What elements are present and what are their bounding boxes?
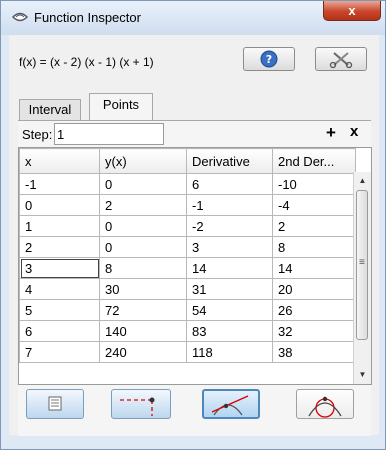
column-header-derivative[interactable]: Derivative — [186, 148, 273, 174]
table-row[interactable]: 5 72 54 26 — [19, 299, 356, 321]
help-icon: ? — [260, 50, 278, 68]
points-table[interactable]: x y(x) Derivative 2nd Der... -1 0 6 -10 0 2 -1… — [18, 147, 372, 385]
cell-second-derivative[interactable]: 20 — [272, 278, 356, 300]
function-bar: f(x) = (x - 2) (x - 1) (x + 1) ? — [9, 35, 379, 85]
cell-y[interactable]: 30 — [99, 278, 187, 300]
table-view-button[interactable] — [26, 389, 84, 419]
table-icon — [48, 396, 62, 411]
trace-point-button[interactable] — [111, 389, 171, 419]
cell-derivative[interactable]: 14 — [186, 257, 273, 279]
cell-y[interactable]: 0 — [99, 215, 187, 237]
table-row[interactable]: 4 30 31 20 — [19, 278, 356, 300]
cell-derivative[interactable]: 3 — [186, 236, 273, 258]
help-button[interactable]: ? — [243, 47, 295, 71]
function-inspector-window: Function Inspector x f(x) = (x - 2) (x -… — [0, 0, 386, 450]
scroll-grip-icon: ≡ — [359, 257, 365, 268]
table-header-row: x y(x) Derivative 2nd Der... — [19, 148, 356, 174]
cell-y[interactable]: 2 — [99, 194, 187, 216]
title-bar[interactable]: Function Inspector x — [1, 1, 385, 35]
cell-x[interactable]: 7 — [19, 341, 100, 363]
table-row[interactable]: 2038 — [19, 236, 356, 258]
cell-x[interactable]: 4 — [19, 278, 100, 300]
column-header-x[interactable]: x — [19, 148, 100, 174]
cell-derivative[interactable]: 6 — [186, 173, 273, 195]
cell-second-derivative[interactable]: -10 — [272, 173, 356, 195]
tools-icon — [329, 52, 353, 69]
cell-second-derivative[interactable]: 32 — [272, 320, 356, 342]
close-icon: x — [348, 3, 356, 18]
table-scrollbar[interactable]: ▲ ≡ ▼ — [353, 172, 371, 384]
cell-second-derivative[interactable]: 26 — [272, 299, 356, 321]
cell-x[interactable]: 1 — [19, 215, 100, 237]
tools-button[interactable] — [315, 47, 367, 71]
cell-second-derivative[interactable]: 14 — [272, 257, 356, 279]
cell-derivative[interactable]: 54 — [186, 299, 273, 321]
table-row[interactable]: 7 240 118 38 — [19, 341, 356, 363]
tangent-line-icon — [211, 395, 249, 416]
table-row[interactable]: -1 0 6 -10 — [19, 173, 356, 195]
cell-x[interactable]: 0 — [19, 194, 100, 216]
window-title: Function Inspector — [34, 10, 141, 25]
cell-derivative[interactable]: -1 — [186, 194, 273, 216]
cell-x[interactable]: 6 — [19, 320, 100, 342]
osculating-circle-button[interactable] — [296, 389, 354, 419]
scroll-up-arrow-icon[interactable]: ▲ — [354, 174, 371, 188]
trace-point-icon — [120, 397, 155, 416]
cell-x[interactable]: 2 — [19, 236, 100, 258]
cell-derivative[interactable]: 31 — [186, 278, 273, 300]
table-row[interactable]: 1 0 -2 2 — [19, 215, 356, 237]
tab-interval[interactable]: Interval — [19, 99, 81, 121]
cell-x[interactable]: 5 — [19, 299, 100, 321]
cell-second-derivative[interactable]: -4 — [272, 194, 356, 216]
scroll-thumb[interactable]: ≡ — [356, 190, 368, 340]
step-input[interactable] — [54, 123, 164, 145]
cell-y[interactable]: 0 — [99, 173, 187, 195]
cell-x[interactable]: 3 — [19, 257, 100, 279]
table-row[interactable]: 3 8 14 14 — [19, 257, 356, 279]
function-definition: f(x) = (x - 2) (x - 1) (x + 1) — [19, 55, 154, 69]
tab-points[interactable]: Points — [89, 93, 153, 121]
remove-point-button[interactable]: x — [350, 123, 358, 140]
cell-x[interactable]: -1 — [19, 173, 100, 195]
cell-derivative[interactable]: -2 — [186, 215, 273, 237]
tangent-line-button[interactable] — [202, 389, 260, 419]
table-row[interactable]: 6 140 83 32 — [19, 320, 356, 342]
add-point-button[interactable]: + — [326, 123, 336, 143]
inspector-content: Interval Points Step: + x x y(x) Derivat… — [9, 85, 379, 436]
points-grid: x y(x) Derivative 2nd Der... -1 0 6 -10 0 2 -1… — [19, 148, 356, 363]
cell-y[interactable]: 0 — [99, 236, 187, 258]
osculating-circle-icon — [308, 396, 342, 418]
svg-text:?: ? — [266, 53, 272, 66]
function-inspector-icon — [12, 12, 28, 22]
cell-y[interactable]: 240 — [99, 341, 187, 363]
column-header-y[interactable]: y(x) — [99, 148, 187, 174]
cell-second-derivative[interactable]: 2 — [272, 215, 356, 237]
column-header-second-derivative[interactable]: 2nd Der... — [272, 148, 356, 174]
step-label: Step: — [22, 127, 53, 142]
cell-derivative[interactable]: 83 — [186, 320, 273, 342]
table-row[interactable]: 0 2 -1 -4 — [19, 194, 356, 216]
scroll-down-arrow-icon[interactable]: ▼ — [354, 368, 371, 382]
cell-second-derivative[interactable]: 8 — [272, 236, 356, 258]
cell-second-derivative[interactable]: 38 — [272, 341, 356, 363]
close-button[interactable]: x — [323, 1, 381, 21]
cell-y[interactable]: 140 — [99, 320, 187, 342]
cell-derivative[interactable]: 118 — [186, 341, 273, 363]
cell-y[interactable]: 8 — [99, 257, 187, 279]
cell-y[interactable]: 72 — [99, 299, 187, 321]
